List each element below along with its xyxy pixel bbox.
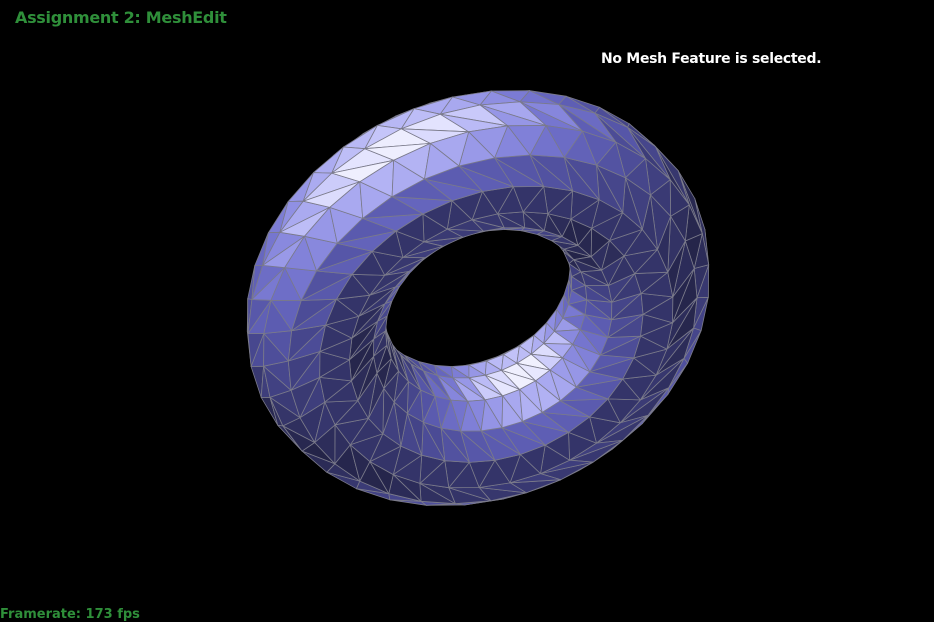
render-viewport[interactable]: Assignment 2: MeshEdit No Mesh Feature i…	[0, 0, 934, 622]
torus-mesh[interactable]	[0, 0, 934, 618]
framerate-readout: Framerate: 173 fps	[0, 607, 140, 622]
selection-status: No Mesh Feature is selected.	[601, 51, 822, 67]
app-title: Assignment 2: MeshEdit	[15, 8, 227, 27]
